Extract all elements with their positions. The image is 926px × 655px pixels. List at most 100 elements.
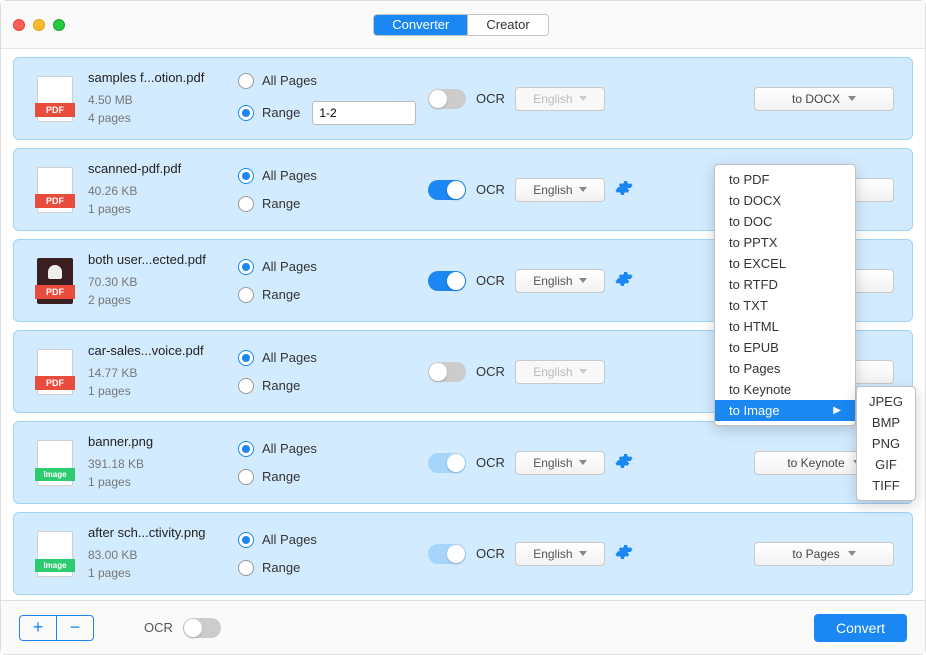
chevron-down-icon: [848, 96, 856, 101]
page-selection: All PagesRange: [238, 73, 428, 125]
language-select: English: [515, 87, 605, 111]
ocr-label: OCR: [476, 455, 505, 470]
all-pages-radio[interactable]: [238, 350, 254, 366]
submenu-item[interactable]: JPEG: [857, 391, 915, 412]
ocr-settings-icon[interactable]: [615, 543, 633, 564]
ocr-toggle[interactable]: [428, 180, 466, 200]
ocr-toggle[interactable]: [428, 271, 466, 291]
chevron-down-icon: [579, 187, 587, 192]
menu-item[interactable]: to Image▶: [715, 400, 855, 421]
output-format-menu: to PDFto DOCXto DOCto PPTXto EXCELto RTF…: [714, 164, 856, 426]
mode-segmented-control: Converter Creator: [373, 14, 548, 36]
ocr-label: OCR: [476, 182, 505, 197]
file-page-count: 1 pages: [88, 382, 238, 400]
ocr-block: OCREnglish: [428, 542, 678, 566]
minimize-button[interactable]: [33, 19, 45, 31]
image-file-icon: [37, 440, 73, 486]
chevron-down-icon: [579, 551, 587, 556]
menu-item[interactable]: to PPTX: [715, 232, 855, 253]
range-radio[interactable]: [238, 378, 254, 394]
language-select[interactable]: English: [515, 451, 605, 475]
add-file-button[interactable]: +: [20, 616, 56, 640]
global-ocr-control: OCR: [144, 618, 221, 638]
language-select[interactable]: English: [515, 178, 605, 202]
submenu-item[interactable]: BMP: [857, 412, 915, 433]
ocr-label: OCR: [476, 91, 505, 106]
ocr-label: OCR: [476, 364, 505, 379]
range-radio[interactable]: [238, 287, 254, 303]
menu-item[interactable]: to PDF: [715, 169, 855, 190]
ocr-settings-icon[interactable]: [615, 270, 633, 291]
all-pages-radio[interactable]: [238, 441, 254, 457]
submenu-item[interactable]: PNG: [857, 433, 915, 454]
range-label: Range: [262, 378, 300, 393]
all-pages-label: All Pages: [262, 532, 317, 547]
page-selection: All Pages Range: [238, 350, 428, 394]
file-name: both user...ected.pdf: [88, 252, 238, 267]
file-row[interactable]: banner.png391.18 KB1 pagesAll PagesRange…: [13, 421, 913, 504]
language-select[interactable]: English: [515, 269, 605, 293]
ocr-settings-icon[interactable]: [615, 179, 633, 200]
range-radio[interactable]: [238, 196, 254, 212]
submenu-arrow-icon: ▶: [833, 405, 841, 416]
ocr-toggle[interactable]: [428, 453, 466, 473]
file-row[interactable]: samples f...otion.pdf4.50 MB4 pagesAll P…: [13, 57, 913, 140]
close-button[interactable]: [13, 19, 25, 31]
menu-item[interactable]: to EXCEL: [715, 253, 855, 274]
language-select[interactable]: English: [515, 542, 605, 566]
output-format-select[interactable]: to DOCX: [754, 87, 894, 111]
output-block: to Pages: [754, 542, 894, 566]
file-size: 391.18 KB: [88, 455, 238, 473]
submenu-item[interactable]: TIFF: [857, 475, 915, 496]
range-radio[interactable]: [238, 105, 254, 121]
language-select: English: [515, 360, 605, 384]
menu-item[interactable]: to EPUB: [715, 337, 855, 358]
ocr-toggle[interactable]: [428, 89, 466, 109]
menu-item[interactable]: to Pages: [715, 358, 855, 379]
ocr-settings-icon[interactable]: [615, 452, 633, 473]
file-info: after sch...ctivity.png83.00 KB1 pages: [88, 525, 238, 582]
all-pages-radio[interactable]: [238, 532, 254, 548]
file-size: 14.77 KB: [88, 364, 238, 382]
range-label: Range: [262, 560, 300, 575]
range-radio[interactable]: [238, 469, 254, 485]
menu-item[interactable]: to HTML: [715, 316, 855, 337]
range-input[interactable]: [312, 101, 416, 125]
all-pages-label: All Pages: [262, 350, 317, 365]
zoom-button[interactable]: [53, 19, 65, 31]
menu-item[interactable]: to RTFD: [715, 274, 855, 295]
global-ocr-toggle[interactable]: [183, 618, 221, 638]
menu-item[interactable]: to DOC: [715, 211, 855, 232]
chevron-down-icon: [579, 96, 587, 101]
menu-item[interactable]: to TXT: [715, 295, 855, 316]
pdf-file-icon: [37, 76, 73, 122]
menu-item[interactable]: to Keynote: [715, 379, 855, 400]
ocr-toggle[interactable]: [428, 362, 466, 382]
all-pages-label: All Pages: [262, 73, 317, 88]
chevron-down-icon: [579, 460, 587, 465]
pdf-file-icon: [37, 349, 73, 395]
global-ocr-label: OCR: [144, 620, 173, 635]
tab-converter[interactable]: Converter: [374, 15, 467, 35]
add-remove-group: + −: [19, 615, 94, 641]
file-size: 40.26 KB: [88, 182, 238, 200]
range-radio[interactable]: [238, 560, 254, 576]
file-name: samples f...otion.pdf: [88, 70, 238, 85]
ocr-toggle[interactable]: [428, 544, 466, 564]
file-page-count: 1 pages: [88, 473, 238, 491]
file-info: samples f...otion.pdf4.50 MB4 pages: [88, 70, 238, 127]
output-format-select[interactable]: to Pages: [754, 542, 894, 566]
convert-button[interactable]: Convert: [814, 614, 907, 642]
tab-creator[interactable]: Creator: [468, 15, 547, 35]
all-pages-radio[interactable]: [238, 168, 254, 184]
file-row[interactable]: after sch...ctivity.png83.00 KB1 pagesAl…: [13, 512, 913, 595]
menu-item[interactable]: to DOCX: [715, 190, 855, 211]
all-pages-radio[interactable]: [238, 259, 254, 275]
all-pages-radio[interactable]: [238, 73, 254, 89]
file-info: car-sales...voice.pdf14.77 KB1 pages: [88, 343, 238, 400]
ocr-block: OCR English: [428, 178, 678, 202]
page-selection: All Pages Range: [238, 532, 428, 576]
submenu-item[interactable]: GIF: [857, 454, 915, 475]
all-pages-label: All Pages: [262, 168, 317, 183]
remove-file-button[interactable]: −: [57, 616, 93, 640]
